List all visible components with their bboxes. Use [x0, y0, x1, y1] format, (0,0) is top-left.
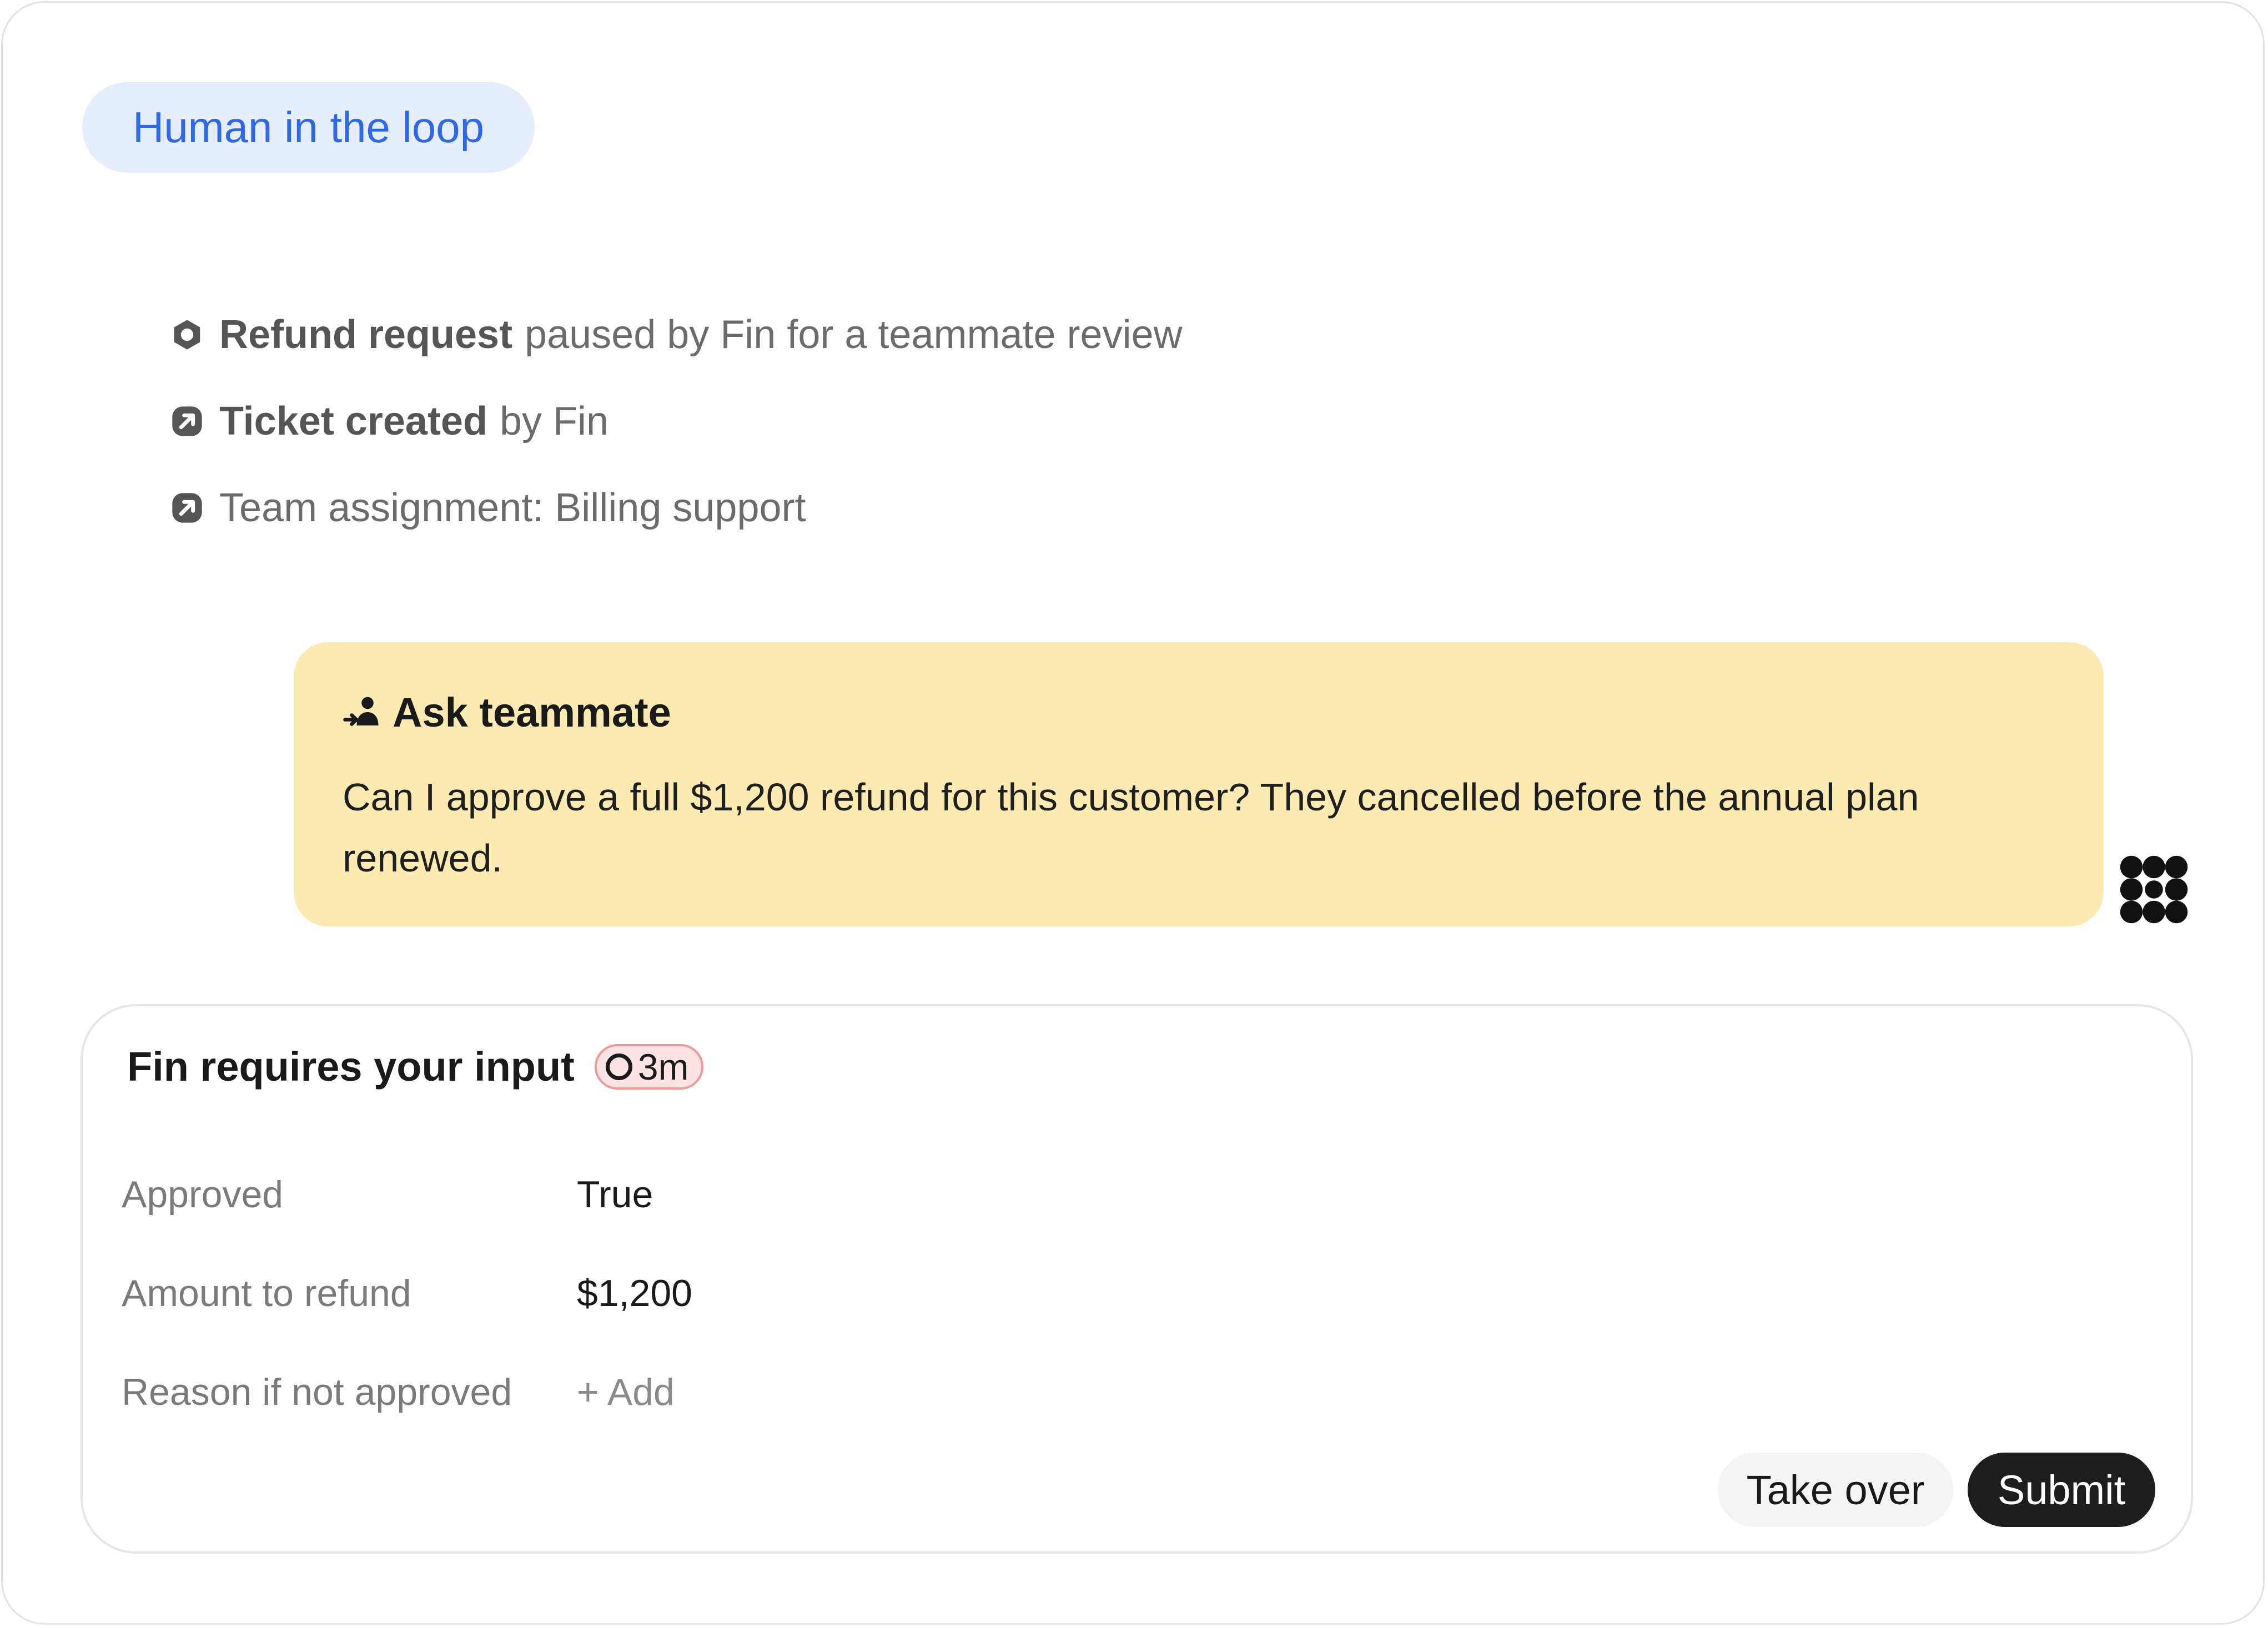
- arrow-up-right-icon: [169, 490, 205, 526]
- ask-teammate-icon: [343, 692, 383, 732]
- hexagon-icon: [169, 317, 205, 352]
- event-list: Refund request paused by Fin for a teamm…: [169, 291, 1183, 551]
- event-text: paused by Fin for a teammate review: [525, 313, 1183, 357]
- timer-badge: 3m: [594, 1044, 703, 1090]
- add-reason-button[interactable]: + Add: [577, 1370, 675, 1414]
- arrow-up-right-icon: [169, 404, 205, 439]
- event-refund-request: Refund request paused by Fin for a teamm…: [169, 291, 1183, 378]
- fin-input-card: Fin requires your input 3m Approved True…: [81, 1004, 2193, 1554]
- event-text: by Fin: [499, 399, 609, 443]
- timer-value: 3m: [637, 1046, 689, 1087]
- main-card: Human in the loop Refund request paused …: [1, 1, 2265, 1625]
- input-card-title: Fin requires your input: [127, 1044, 575, 1090]
- field-value-approved[interactable]: True: [577, 1173, 653, 1216]
- fin-logo-icon: [2116, 852, 2191, 927]
- event-ticket-created: Ticket created by Fin: [169, 378, 1183, 465]
- input-card-header: Fin requires your input 3m: [127, 1043, 703, 1090]
- ask-teammate-message: Ask teammate Can I approve a full $1,200…: [294, 642, 2104, 926]
- field-reason-if-not-approved: Reason if not approved + Add: [122, 1343, 692, 1441]
- ask-teammate-title: Ask teammate: [393, 689, 671, 735]
- take-over-button[interactable]: Take over: [1718, 1453, 1953, 1527]
- field-approved: Approved True: [122, 1145, 692, 1244]
- field-label: Approved: [122, 1173, 284, 1216]
- field-label: Reason if not approved: [122, 1371, 512, 1413]
- event-team-assignment: Team assignment: Billing support: [169, 465, 1183, 551]
- clock-icon: [605, 1053, 632, 1080]
- ask-teammate-header: Ask teammate: [343, 684, 2055, 740]
- event-bold-text: Refund request: [219, 313, 513, 357]
- input-fields: Approved True Amount to refund $1,200 Re…: [122, 1145, 692, 1441]
- submit-button[interactable]: Submit: [1968, 1453, 2155, 1527]
- event-bold-text: Ticket created: [219, 399, 487, 443]
- human-in-the-loop-badge: Human in the loop: [82, 82, 535, 173]
- action-buttons: Take over Submit: [1718, 1453, 2155, 1527]
- field-amount-to-refund: Amount to refund $1,200: [122, 1244, 692, 1343]
- ask-teammate-text: Can I approve a full $1,200 refund for t…: [343, 775, 1919, 880]
- field-label: Amount to refund: [122, 1272, 411, 1314]
- field-value-amount[interactable]: $1,200: [577, 1272, 692, 1315]
- event-text: Team assignment: Billing support: [219, 486, 806, 530]
- badge-label: Human in the loop: [132, 103, 485, 152]
